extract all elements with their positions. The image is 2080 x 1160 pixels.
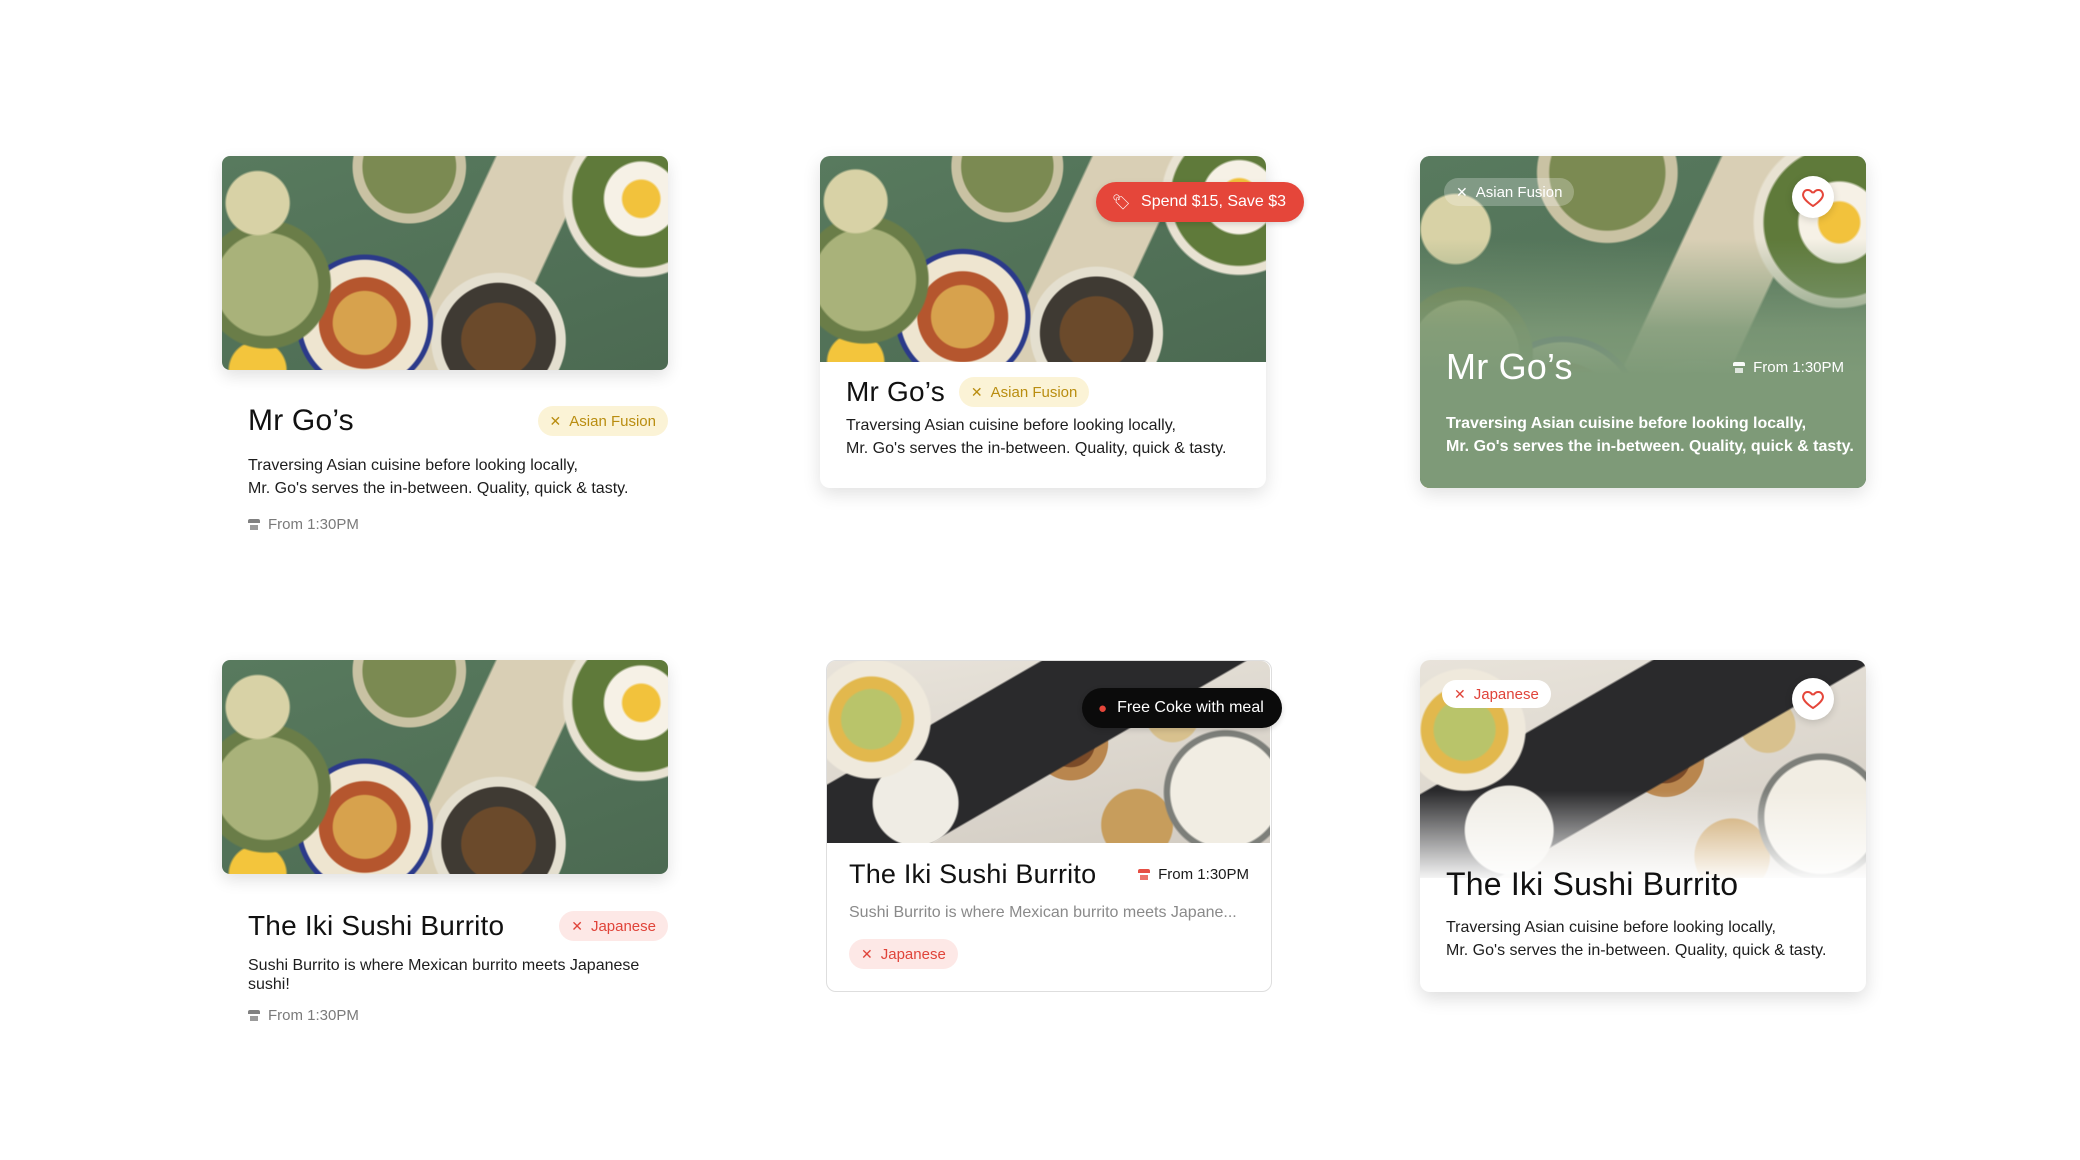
description-line: Traversing Asian cuisine before looking … <box>1446 919 1776 936</box>
description: Sushi Burrito is where Mexican burrito m… <box>248 957 640 993</box>
utensils-cross-icon: ✕ <box>1454 686 1466 702</box>
description-line: Mr. Go's serves the in-between. Quality,… <box>846 440 1227 457</box>
utensils-cross-icon: ✕ <box>571 918 583 934</box>
cuisine-tag-label: Japanese <box>590 917 656 935</box>
cuisine-tag[interactable]: ✕ Japanese <box>559 911 668 941</box>
restaurant-name: Mr Go’s <box>1446 346 1573 387</box>
favorite-button[interactable] <box>1792 176 1834 218</box>
restaurant-name: Mr Go’s <box>248 404 354 437</box>
heart-outline-icon <box>1802 189 1824 207</box>
description-line: Traversing Asian cuisine before looking … <box>846 417 1176 434</box>
opening-time: From 1:30PM <box>268 516 359 533</box>
cuisine-tag-label: Asian Fusion <box>990 383 1078 401</box>
store-icon <box>248 519 260 530</box>
description: Sushi Burrito is where Mexican burrito m… <box>849 904 1237 921</box>
description-line: Mr. Go's serves the in-between. Quality,… <box>1446 438 1854 455</box>
opening-time: From 1:30PM <box>268 1007 359 1024</box>
price-tag-icon: ● <box>1098 699 1108 717</box>
opening-time: From 1:30PM <box>1158 866 1249 883</box>
restaurant-card-variants: Mr Go’s ✕ Asian Fusion Traversing Asian … <box>0 0 2080 1160</box>
cuisine-tag[interactable]: ✕ Asian Fusion <box>537 406 668 436</box>
promo-label: Free Coke with meal <box>1117 699 1264 716</box>
cuisine-tag[interactable]: ✕ Japanese <box>1442 680 1551 708</box>
cuisine-tag-label: Asian Fusion <box>1475 183 1563 201</box>
restaurant-image <box>222 660 668 874</box>
opening-time: From 1:30PM <box>1753 358 1844 376</box>
price-tag-icon: 🏷 <box>1112 194 1132 211</box>
favorite-button[interactable] <box>1792 678 1834 720</box>
restaurant-card[interactable]: The Iki Sushi Burrito ✕ Japanese Sushi B… <box>222 660 668 1040</box>
store-icon <box>248 1010 260 1021</box>
utensils-cross-icon: ✕ <box>861 946 873 962</box>
store-icon <box>1138 869 1151 880</box>
utensils-cross-icon: ✕ <box>1456 184 1468 200</box>
restaurant-card[interactable]: Mr Go’s ✕ Asian Fusion Traversing Asian … <box>222 156 668 536</box>
cuisine-tag[interactable]: ✕ Asian Fusion <box>1444 178 1575 206</box>
heart-outline-icon <box>1802 691 1824 709</box>
cuisine-tag-label: Japanese <box>1473 685 1539 703</box>
description-line: Traversing Asian cuisine before looking … <box>248 457 578 474</box>
restaurant-card[interactable]: ✕ Asian Fusion Mr Go’s From 1:30PM Trave… <box>1420 156 1866 488</box>
cuisine-tag-label: Japanese <box>880 945 946 963</box>
utensils-cross-icon: ✕ <box>549 413 562 429</box>
restaurant-name: The Iki Sushi Burrito <box>248 910 505 941</box>
restaurant-name: The Iki Sushi Burrito <box>849 859 1097 889</box>
store-icon <box>1733 361 1746 373</box>
description-line: Traversing Asian cuisine before looking … <box>1446 415 1807 432</box>
restaurant-image <box>222 156 668 370</box>
cuisine-tag[interactable]: ✕ Japanese <box>849 939 958 969</box>
cuisine-tag[interactable]: ✕ Asian Fusion <box>958 377 1090 407</box>
description-line: Mr. Go's serves the in-between. Quality,… <box>248 480 629 497</box>
restaurant-name: The Iki Sushi Burrito <box>1446 866 1739 902</box>
description-line: Mr. Go's serves the in-between. Quality,… <box>1446 942 1827 959</box>
restaurant-name: Mr Go’s <box>846 376 945 407</box>
promo-badge[interactable]: ● Free Coke with meal <box>1082 688 1282 728</box>
promo-badge[interactable]: 🏷 Spend $15, Save $3 <box>1096 182 1305 222</box>
restaurant-card[interactable]: ✕ Japanese The Iki Sushi Burrito Travers… <box>1420 660 1866 992</box>
cuisine-tag-label: Asian Fusion <box>569 412 656 430</box>
utensils-cross-icon: ✕ <box>970 384 983 400</box>
promo-label: Spend $15, Save $3 <box>1141 193 1287 210</box>
